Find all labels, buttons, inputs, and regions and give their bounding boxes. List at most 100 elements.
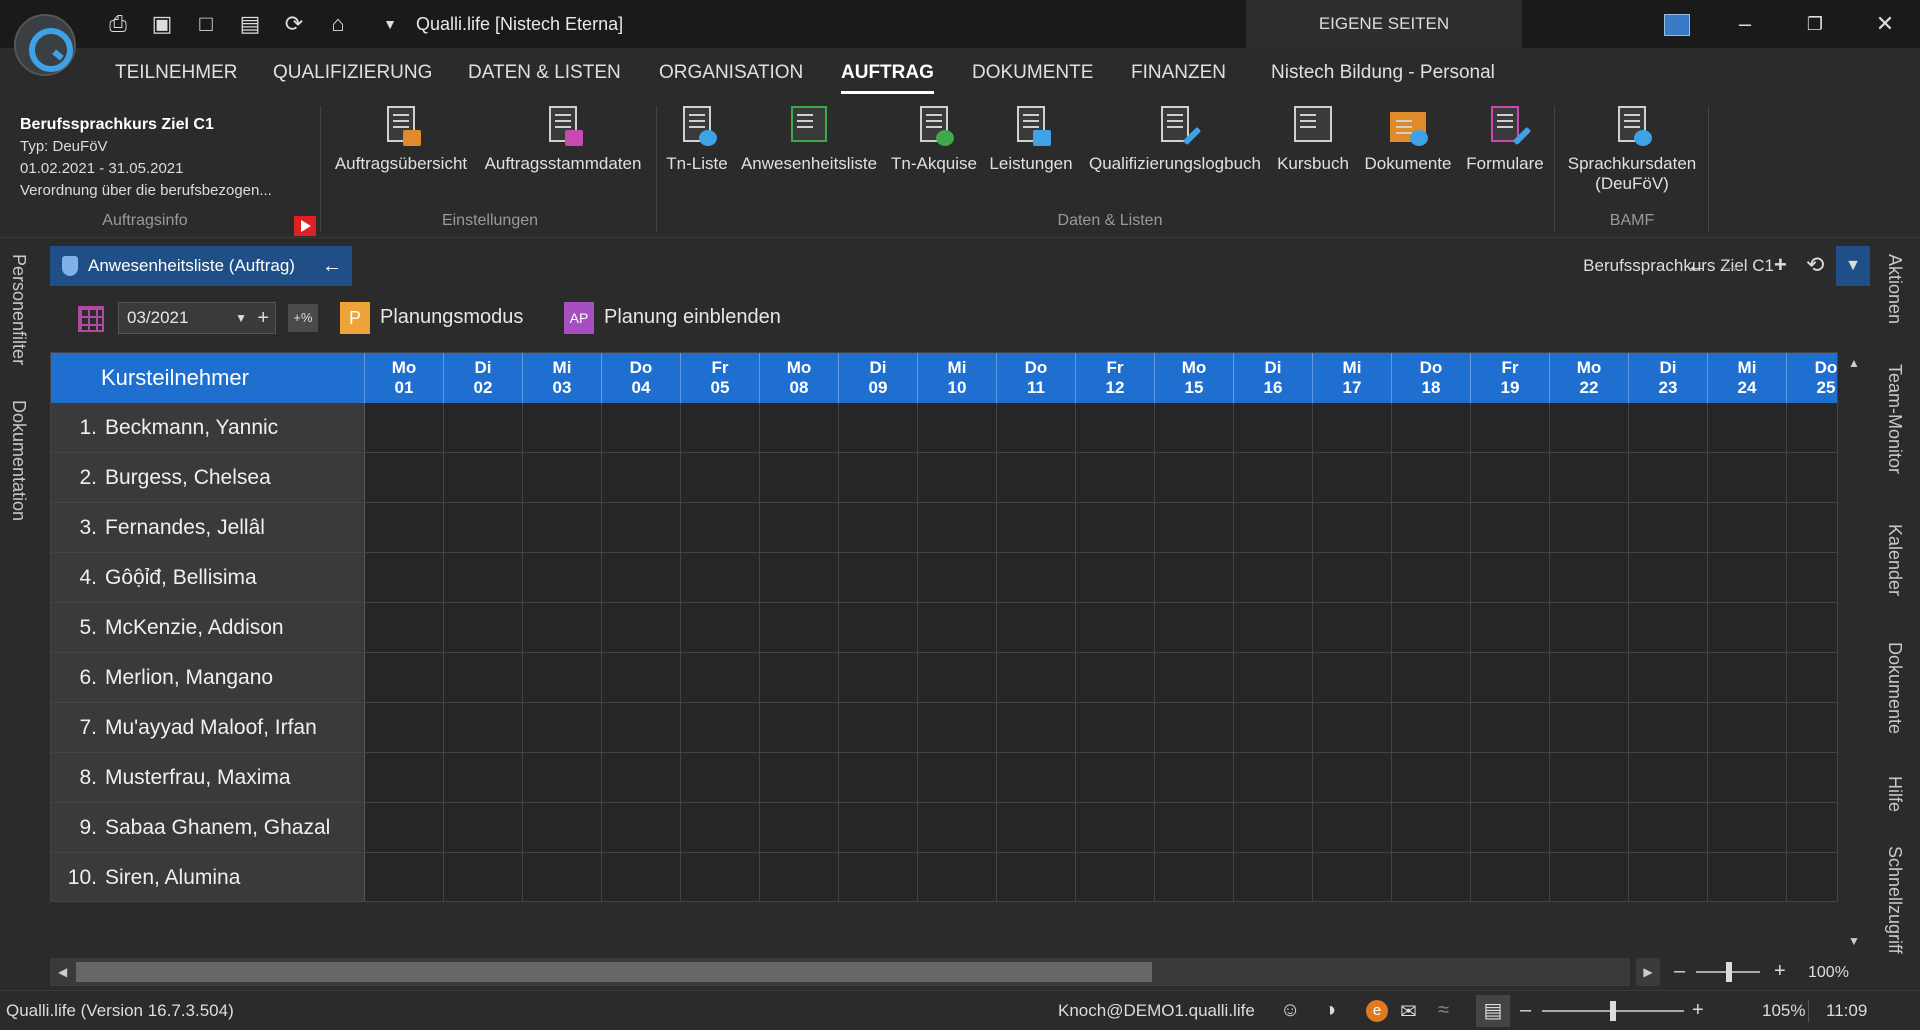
doc-tab-anwesenheitsliste[interactable]: Anwesenheitsliste (Auftrag) ← bbox=[50, 246, 352, 286]
table-row[interactable]: 4. Gôộỉđ, Bellisima bbox=[51, 553, 1837, 603]
status-zoom-out-icon[interactable]: – bbox=[1520, 999, 1531, 1022]
table-grid-icon[interactable] bbox=[78, 306, 104, 332]
day-column-header[interactable]: Di 23 bbox=[1629, 353, 1708, 403]
close-icon[interactable]: ✕ bbox=[1852, 0, 1918, 48]
participant-name-cell[interactable]: 8. Musterfrau, Maxima bbox=[51, 753, 365, 802]
participant-name-cell[interactable]: 2. Burgess, Chelsea bbox=[51, 453, 365, 502]
participant-name-cell[interactable]: 9. Sabaa Ghanem, Ghazal bbox=[51, 803, 365, 852]
e-badge-icon[interactable]: e bbox=[1366, 1000, 1388, 1022]
day-column-header[interactable]: Do 25 bbox=[1787, 353, 1837, 403]
view-layout-icon[interactable]: ▤ bbox=[1476, 995, 1510, 1027]
sidebar-aktionen[interactable]: Aktionen bbox=[1884, 254, 1905, 324]
table-row[interactable]: 2. Burgess, Chelsea bbox=[51, 453, 1837, 503]
tab-teilnehmer[interactable]: TEILNEHMER bbox=[115, 62, 237, 84]
leistungen-button[interactable]: Leistungen bbox=[986, 104, 1076, 174]
day-column-header[interactable]: Mo 01 bbox=[365, 353, 444, 403]
participant-name-cell[interactable]: 6. Merlion, Mangano bbox=[51, 653, 365, 702]
planungsmodus-tag-icon[interactable]: P bbox=[340, 302, 370, 334]
vertical-scrollbar[interactable]: ▲ ▼ bbox=[1840, 352, 1866, 954]
horizontal-scrollbar[interactable]: ◀ bbox=[50, 958, 1630, 986]
tn-akquise-button[interactable]: Tn-Akquise bbox=[886, 104, 982, 174]
scroll-right-icon[interactable]: ▶ bbox=[1636, 958, 1660, 986]
user-icon[interactable]: ☺ bbox=[1280, 999, 1300, 1022]
sidebar-hilfe[interactable]: Hilfe bbox=[1884, 776, 1905, 812]
zoom-in-icon[interactable]: + bbox=[1774, 960, 1786, 983]
add-icon[interactable]: + bbox=[1774, 252, 1787, 278]
nav-forward-icon[interactable]: → bbox=[1720, 252, 1742, 278]
nav-back-icon[interactable]: ← bbox=[1686, 252, 1708, 278]
participant-name-cell[interactable]: 4. Gôộỉđ, Bellisima bbox=[51, 553, 365, 602]
day-column-header[interactable]: Do 18 bbox=[1392, 353, 1471, 403]
day-column-header[interactable]: Mi 03 bbox=[523, 353, 602, 403]
sidebar-dokumente[interactable]: Dokumente bbox=[1884, 642, 1905, 734]
auftragsinfo-expand-icon[interactable] bbox=[294, 216, 316, 236]
participant-name-cell[interactable]: 10. Siren, Alumina bbox=[51, 853, 365, 901]
participant-name-cell[interactable]: 3. Fernandes, Jellâl bbox=[51, 503, 365, 552]
eigene-seiten-button[interactable]: EIGENE SEITEN bbox=[1246, 0, 1522, 48]
sidebar-team-monitor[interactable]: Team-Monitor bbox=[1884, 364, 1905, 474]
table-row[interactable]: 10. Siren, Alumina bbox=[51, 853, 1837, 901]
dropdown-icon[interactable]: ▼ bbox=[376, 10, 404, 38]
shield-check-icon[interactable]: ◑ bbox=[1324, 999, 1336, 1022]
day-column-header[interactable]: Fr 19 bbox=[1471, 353, 1550, 403]
kursbuch-button[interactable]: Kursbuch bbox=[1272, 104, 1354, 174]
month-select[interactable]: 03/2021 ▼ + bbox=[118, 302, 276, 334]
grid-zoom-knob[interactable] bbox=[1726, 962, 1732, 982]
sidebar-dokumentation[interactable]: Dokumentation bbox=[8, 400, 29, 521]
percent-button[interactable]: +% bbox=[288, 304, 318, 332]
mail-icon[interactable]: ✉ bbox=[1400, 999, 1417, 1024]
tab-finanzen[interactable]: FINANZEN bbox=[1131, 62, 1226, 84]
back-arrow-icon[interactable]: ← bbox=[322, 246, 342, 286]
sidebar-kalender[interactable]: Kalender bbox=[1884, 524, 1905, 596]
sprachkursdaten-button[interactable]: Sprachkursdaten (DeuFöV) bbox=[1562, 104, 1702, 194]
expand-menu-icon[interactable]: ▼ bbox=[1836, 246, 1870, 286]
table-row[interactable]: 7. Mu'ayyad Maloof, Irfan bbox=[51, 703, 1837, 753]
zoom-out-icon[interactable]: – bbox=[1674, 960, 1685, 983]
planung-einblenden-tag-icon[interactable]: AP bbox=[564, 302, 594, 334]
scroll-down-icon[interactable]: ▼ bbox=[1848, 934, 1860, 948]
day-column-header[interactable]: Mi 24 bbox=[1708, 353, 1787, 403]
participant-name-cell[interactable]: 7. Mu'ayyad Maloof, Irfan bbox=[51, 703, 365, 752]
refresh-icon[interactable]: ⟳ bbox=[280, 10, 308, 38]
anwesenheitsliste-button[interactable]: Anwesenheitsliste bbox=[736, 104, 882, 174]
horizontal-scroll-thumb[interactable] bbox=[76, 962, 1152, 982]
table-row[interactable]: 3. Fernandes, Jellâl bbox=[51, 503, 1837, 553]
dokumente-button[interactable]: Dokumente bbox=[1358, 104, 1458, 174]
tab-organisation[interactable]: ORGANISATION bbox=[659, 62, 803, 84]
participant-name-cell[interactable]: 5. McKenzie, Addison bbox=[51, 603, 365, 652]
planung-einblenden-label[interactable]: Planung einblenden bbox=[604, 306, 781, 329]
status-zoom-knob[interactable] bbox=[1610, 1001, 1616, 1021]
day-column-header[interactable]: Fr 12 bbox=[1076, 353, 1155, 403]
day-column-header[interactable]: Di 09 bbox=[839, 353, 918, 403]
report-icon[interactable]: ▤ bbox=[236, 10, 264, 38]
save-icon[interactable]: ▣ bbox=[148, 10, 176, 38]
plus-icon[interactable]: + bbox=[257, 303, 269, 333]
header-kursteilnehmer[interactable]: Kursteilnehmer bbox=[51, 353, 365, 403]
table-row[interactable]: 6. Merlion, Mangano bbox=[51, 653, 1837, 703]
tn-liste-button[interactable]: Tn-Liste bbox=[662, 104, 732, 174]
planungsmodus-label[interactable]: Planungsmodus bbox=[380, 306, 523, 329]
auftragsstammdaten-button[interactable]: Auftragsstammdaten bbox=[478, 104, 648, 174]
participant-name-cell[interactable]: 1. Beckmann, Yannic bbox=[51, 403, 365, 452]
day-column-header[interactable]: Do 04 bbox=[602, 353, 681, 403]
reload-icon[interactable]: ⟲ bbox=[1806, 252, 1824, 278]
day-column-header[interactable]: Mi 10 bbox=[918, 353, 997, 403]
day-column-header[interactable]: Mo 22 bbox=[1550, 353, 1629, 403]
tab-dokumente[interactable]: DOKUMENTE bbox=[972, 62, 1093, 84]
app-logo[interactable] bbox=[14, 14, 76, 76]
status-zoom-in-icon[interactable]: + bbox=[1692, 999, 1704, 1022]
qualifizierungslogbuch-button[interactable]: Qualifizierungslogbuch bbox=[1082, 104, 1268, 174]
lock-icon[interactable]: □ bbox=[192, 10, 220, 38]
tab-nistech-personal[interactable]: Nistech Bildung - Personal bbox=[1271, 62, 1495, 84]
table-row[interactable]: 8. Musterfrau, Maxima bbox=[51, 753, 1837, 803]
tab-auftrag[interactable]: AUFTRAG bbox=[841, 62, 934, 94]
restore-icon[interactable]: ❐ bbox=[1782, 0, 1848, 48]
day-column-header[interactable]: Di 16 bbox=[1234, 353, 1313, 403]
display-mode-icon[interactable] bbox=[1664, 14, 1690, 36]
auftragsuebersicht-button[interactable]: Auftragsübersicht bbox=[328, 104, 474, 174]
day-column-header[interactable]: Fr 05 bbox=[681, 353, 760, 403]
day-column-header[interactable]: Mo 08 bbox=[760, 353, 839, 403]
scroll-up-icon[interactable]: ▲ bbox=[1848, 356, 1860, 370]
day-column-header[interactable]: Do 11 bbox=[997, 353, 1076, 403]
sidebar-schnellzugriff[interactable]: Schnellzugriff bbox=[1884, 846, 1905, 954]
